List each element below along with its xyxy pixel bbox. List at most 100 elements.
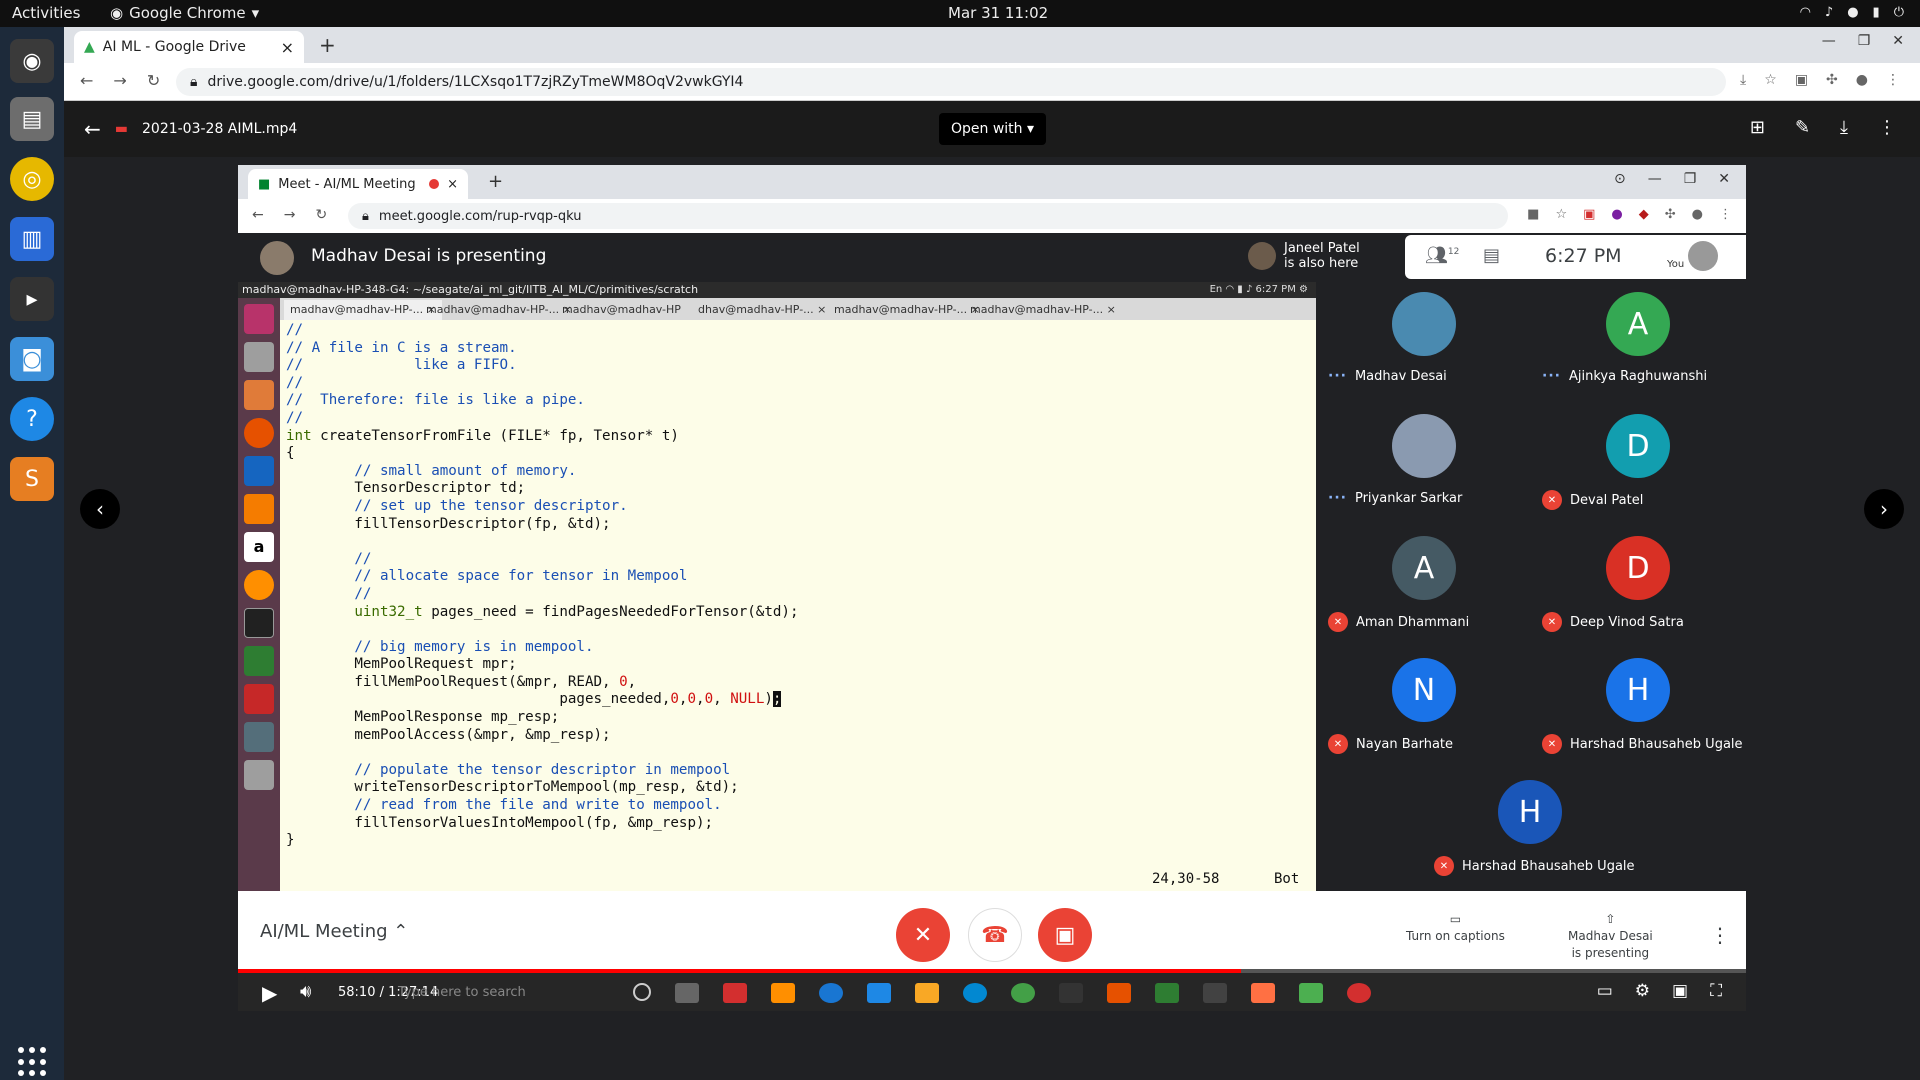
participant-tile[interactable]: D ✕ Deep Vinod Satra <box>1536 526 1746 644</box>
show-apps-icon[interactable] <box>18 1047 48 1077</box>
meet-icon: ■ <box>258 176 271 192</box>
leave-call-button[interactable]: ☎ <box>968 908 1022 962</box>
participant-name: ··· Priyankar Sarkar <box>1328 490 1463 506</box>
miniplayer-icon[interactable]: ▣ <box>1672 981 1688 1001</box>
app-menu[interactable]: ◉ Google Chrome ▾ <box>110 4 259 22</box>
menu-kebab-icon[interactable]: ⋮ <box>1886 72 1900 88</box>
close-window-icon[interactable]: ✕ <box>1718 171 1730 187</box>
comment-icon[interactable]: ✎ <box>1795 117 1810 138</box>
chat-icon[interactable]: ▤ <box>1483 245 1500 266</box>
back-icon[interactable]: ← <box>80 71 93 90</box>
puzzle-icon[interactable]: ✣ <box>1826 72 1838 88</box>
minimize-icon[interactable]: — <box>1648 171 1662 187</box>
tab-google-drive[interactable]: ▲ AI ML - Google Drive × <box>74 31 304 63</box>
also-here-chip[interactable]: Janeel Patel is also here <box>1248 235 1384 277</box>
close-window-icon[interactable]: ✕ <box>1892 33 1904 49</box>
close-tab-icon[interactable]: × <box>281 38 294 57</box>
self-avatar[interactable] <box>1688 241 1718 271</box>
play-icon[interactable]: ▶ <box>262 981 277 1005</box>
pdf-extension-icon[interactable]: ▣ <box>1583 207 1595 222</box>
forward-icon[interactable]: → <box>113 71 126 90</box>
pdf-icon <box>244 684 274 714</box>
profile-avatar[interactable]: ● <box>1856 72 1868 88</box>
present-button[interactable]: ⇧ Madhav Desai is presenting <box>1568 911 1653 962</box>
back-arrow-icon[interactable]: ← <box>84 117 101 141</box>
new-tab-button[interactable]: + <box>319 33 336 57</box>
mic-off-icon: ✕ <box>1328 612 1348 632</box>
settings-icon[interactable]: ⚙ <box>1635 981 1650 1001</box>
ublock-icon[interactable]: ◆ <box>1639 207 1649 222</box>
terminal-clock: 6:27 PM <box>1255 284 1296 295</box>
extension-icon[interactable]: ● <box>1611 207 1622 222</box>
system-tray[interactable]: ◠ ♪ ● ▮ ⏻ <box>1800 5 1904 20</box>
maximize-icon[interactable]: ❐ <box>1858 33 1871 49</box>
participant-tile[interactable]: N ✕ Nayan Barhate <box>1322 648 1532 766</box>
captions-button[interactable]: ▭ Turn on captions <box>1406 911 1505 945</box>
writer-dock-icon[interactable]: ▥ <box>10 217 54 261</box>
more-icon[interactable]: ⋮ <box>1878 117 1896 138</box>
tab-meet[interactable]: ■ Meet - AI/ML Meeting × <box>248 169 468 199</box>
reload-icon[interactable]: ↻ <box>315 207 327 223</box>
source-code[interactable]: // // A file in C is a stream. // like a… <box>286 322 799 850</box>
avatar: N <box>1392 658 1456 722</box>
people-icon[interactable]: 👥︎12 <box>1425 245 1459 266</box>
menu-kebab-icon[interactable]: ⋮ <box>1719 207 1732 222</box>
terminal-tab[interactable]: madhav@madhav-HP-... × <box>828 300 986 320</box>
participant-tile[interactable]: A ✕ Aman Dhammani <box>1322 526 1532 644</box>
open-with-button[interactable]: Open with ▾ <box>939 113 1047 145</box>
add-to-drive-icon[interactable]: ⊞ <box>1750 117 1765 138</box>
extension-icon[interactable]: ▣ <box>1795 72 1808 88</box>
back-icon[interactable]: ← <box>252 207 264 223</box>
reload-icon[interactable]: ↻ <box>147 71 160 90</box>
terminal-dock-icon[interactable]: ▸ <box>10 277 54 321</box>
terminal-tab[interactable]: madhav@madhav-HP-... × <box>964 300 1122 320</box>
download-icon[interactable]: ⤓ <box>1840 117 1848 138</box>
minimize-icon[interactable]: — <box>1822 33 1836 49</box>
volume-icon[interactable]: 🔊︎ <box>300 981 311 1002</box>
install-icon[interactable]: ⤓ <box>1740 72 1746 88</box>
participant-tile[interactable]: H ✕ Harshad Bhausaheb Ugale <box>1428 770 1638 888</box>
meet-address-bar[interactable]: 🔒︎ meet.google.com/rup-rvqp-qku <box>348 203 1508 229</box>
participant-tile[interactable]: D ✕ Deval Patel <box>1536 404 1746 522</box>
activities-button[interactable]: Activities <box>12 4 80 22</box>
captions-label: Turn on captions <box>1406 929 1505 943</box>
lock-icon: 🔒︎ <box>190 74 198 90</box>
new-tab-button[interactable]: + <box>488 171 503 192</box>
participant-tile[interactable]: ··· Madhav Desai <box>1322 282 1532 400</box>
more-options-icon[interactable]: ⋮ <box>1710 923 1730 947</box>
system-clock[interactable]: Mar 31 11:02 <box>948 4 1048 22</box>
profile-avatar[interactable]: ● <box>1692 207 1703 222</box>
terminal-tab[interactable]: dhav@madhav-HP-... × <box>692 300 832 320</box>
sublime-dock-icon[interactable]: S <box>10 457 54 501</box>
terminal-tab[interactable]: madhav@madhav-HP <box>556 300 687 320</box>
bookmark-star-icon[interactable]: ☆ <box>1555 207 1567 222</box>
camera-toggle-button[interactable]: ▣ <box>1038 908 1092 962</box>
mic-toggle-button[interactable]: ✕ <box>896 908 950 962</box>
meeting-details-button[interactable]: AI/ML Meeting ⌃ <box>260 921 408 942</box>
avatar: H <box>1606 658 1670 722</box>
help-dock-icon[interactable]: ? <box>10 397 54 441</box>
participant-tile[interactable]: ··· Priyankar Sarkar <box>1322 404 1532 522</box>
participant-tile[interactable]: A ··· Ajinkya Raghuwanshi <box>1536 282 1746 400</box>
previous-file-button[interactable]: ‹ <box>80 489 120 529</box>
next-file-button[interactable]: › <box>1864 489 1904 529</box>
folder-icon <box>915 983 939 1003</box>
participant-tile[interactable]: H ✕ Harshad Bhausaheb Ugale <box>1536 648 1746 766</box>
terminal-tab[interactable]: madhav@madhav-HP-... × <box>420 300 578 320</box>
address-bar[interactable]: 🔒︎ drive.google.com/drive/u/1/folders/1L… <box>176 68 1726 96</box>
rhythmbox-dock-icon[interactable]: ◎ <box>10 157 54 201</box>
captions-icon[interactable]: ▭ <box>1597 981 1613 1001</box>
chrome-dock-icon[interactable]: ◉ <box>10 39 54 83</box>
close-tab-icon[interactable]: × <box>447 177 458 192</box>
office-icon <box>723 983 747 1003</box>
camera-icon[interactable]: ■ <box>1527 207 1539 222</box>
bookmark-star-icon[interactable]: ☆ <box>1764 72 1777 88</box>
puzzle-icon[interactable]: ✣ <box>1665 207 1676 222</box>
fullscreen-icon[interactable]: ⛶ <box>1710 981 1722 1001</box>
maximize-icon[interactable]: ❐ <box>1684 171 1697 187</box>
profile-dropdown-icon[interactable]: ⊙ <box>1614 171 1626 187</box>
files-dock-icon[interactable]: ▤ <box>10 97 54 141</box>
forward-icon[interactable]: → <box>284 207 296 223</box>
terminal-tab[interactable]: madhav@madhav-HP-... × <box>284 300 442 320</box>
screenshot-dock-icon[interactable]: ◙ <box>10 337 54 381</box>
